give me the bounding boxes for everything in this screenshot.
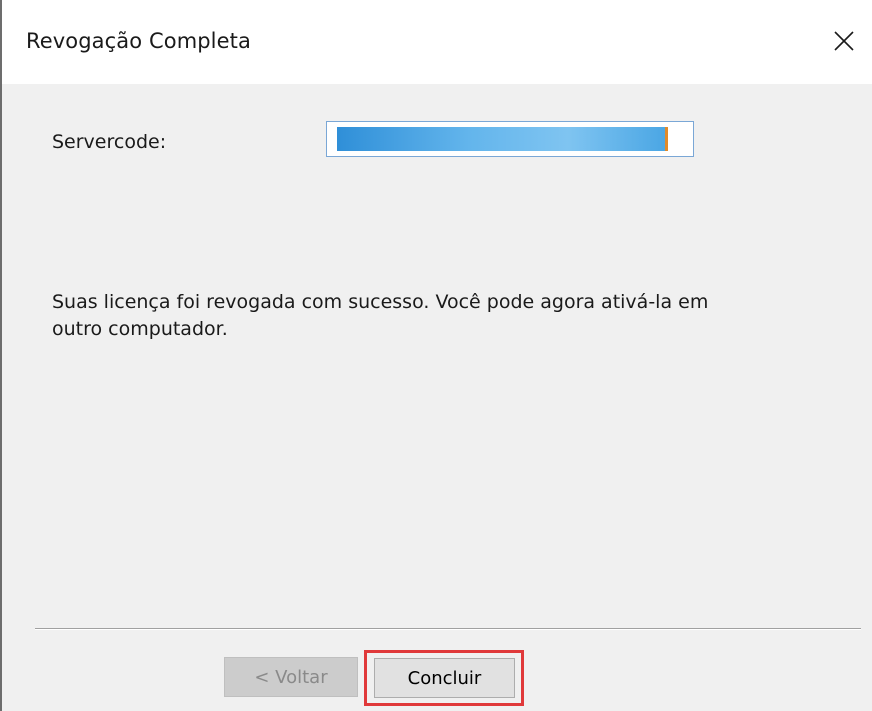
- dialog-content: Servercode: Suas licença foi revogada co…: [2, 84, 872, 711]
- servercode-selected-text: [337, 127, 667, 151]
- finish-button[interactable]: Concluir: [374, 658, 515, 698]
- window-title: Revogação Completa: [26, 29, 251, 53]
- back-button[interactable]: < Voltar: [224, 657, 358, 697]
- status-message-line-2: outro computador.: [52, 318, 228, 340]
- servercode-input[interactable]: [326, 121, 694, 157]
- status-message-line-1: Suas licença foi revogada com sucesso. V…: [52, 291, 709, 313]
- close-button[interactable]: [816, 16, 872, 66]
- footer-divider: [35, 628, 861, 630]
- close-icon: [834, 31, 854, 51]
- text-caret: [665, 127, 668, 151]
- dialog-window: Revogação Completa Servercode: Suas lice…: [0, 0, 872, 711]
- servercode-label: Servercode:: [52, 131, 167, 153]
- status-message: Suas licença foi revogada com sucesso. V…: [52, 289, 752, 343]
- title-bar: Revogação Completa: [2, 0, 872, 84]
